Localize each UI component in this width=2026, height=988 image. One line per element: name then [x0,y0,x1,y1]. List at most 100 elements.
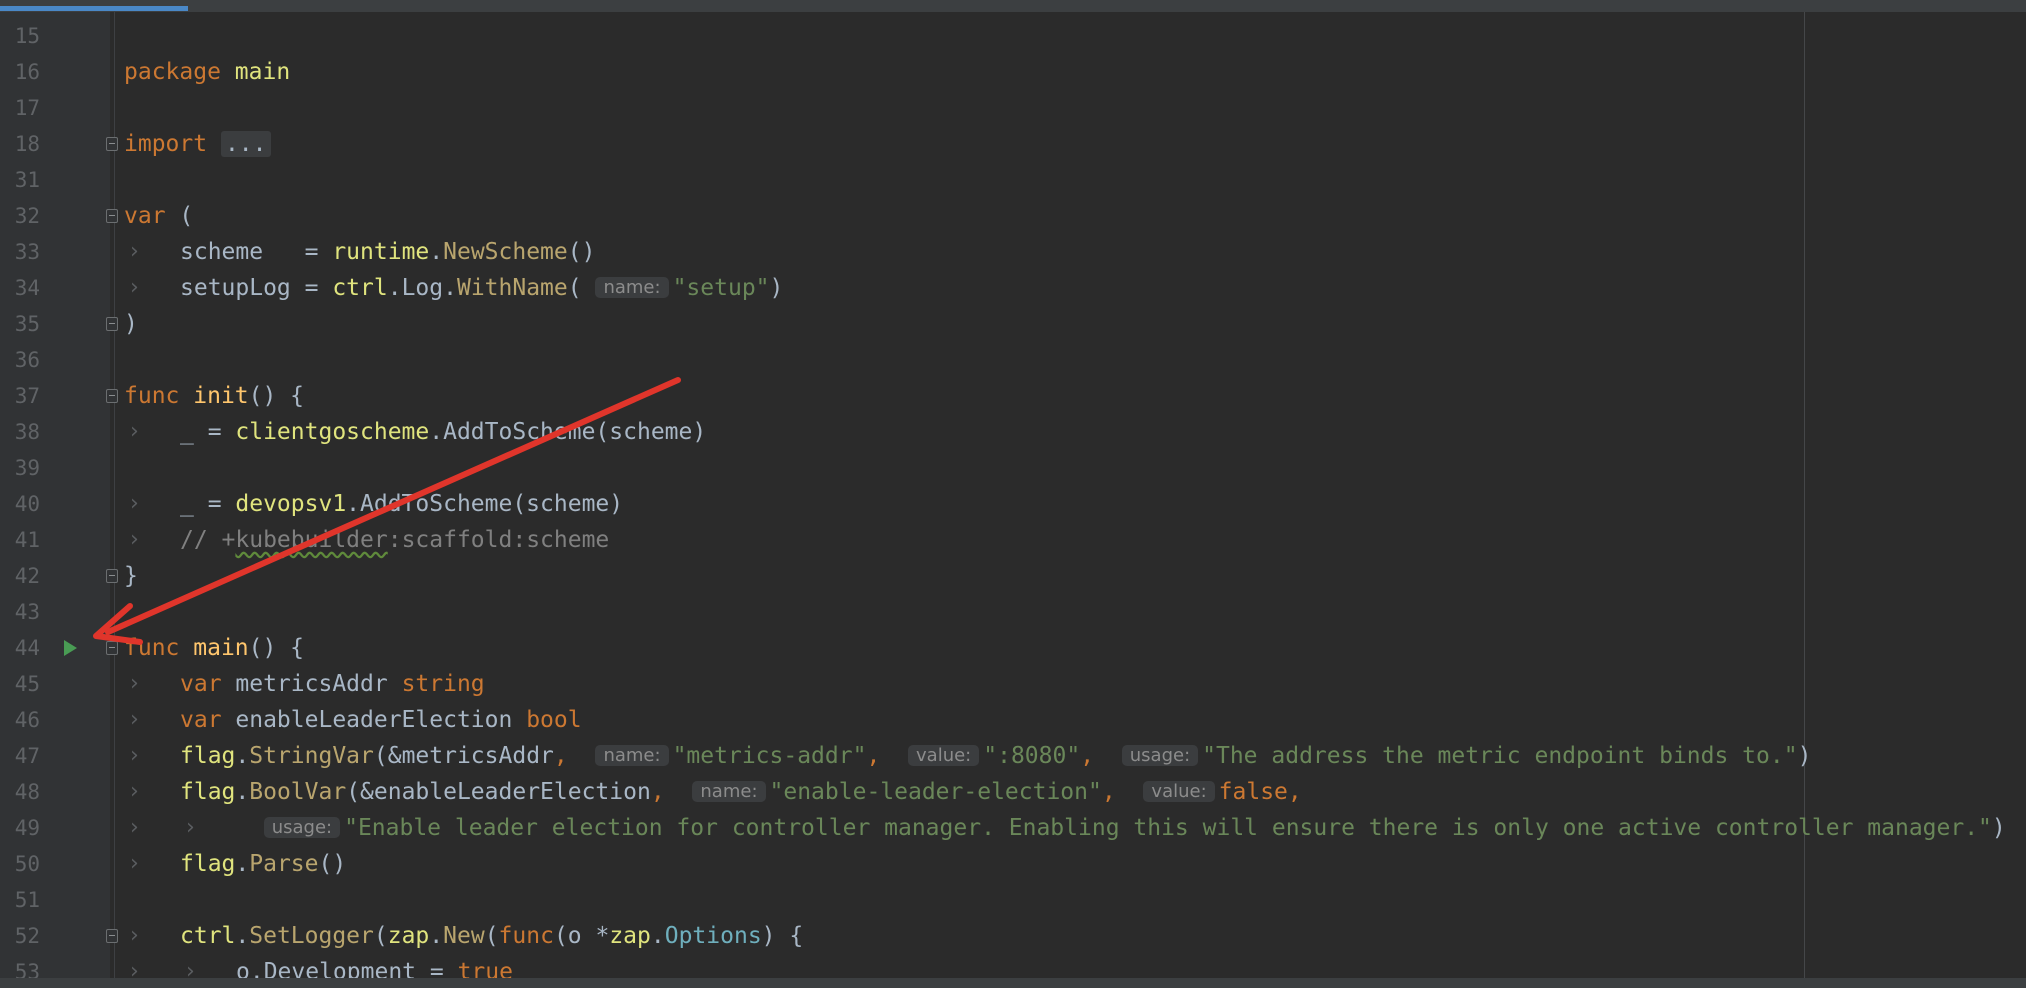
code-text[interactable]: var enableLeaderElection bool [180,702,582,738]
code-text[interactable]: package main [124,54,290,90]
code-line[interactable]: 34 › setupLog = ctrl.Log.WithName( name: "s… [0,270,2026,306]
line-number[interactable]: 47 [0,738,40,774]
code-line[interactable]: 33 › scheme = runtime.NewScheme() [0,234,2026,270]
parameter-hint: value: [908,745,980,766]
line-number[interactable]: 52 [0,918,40,954]
line-number[interactable]: 45 [0,666,40,702]
code-text[interactable]: ctrl.SetLogger(zap.New(func(o *zap.Optio… [180,918,803,954]
code-line[interactable]: 46 › var enableLeaderElection bool [0,702,2026,738]
fold-toggle-icon[interactable] [106,929,118,943]
code-text[interactable]: } [124,558,138,594]
line-number[interactable]: 50 [0,846,40,882]
code-line[interactable]: 44 func main() { [0,630,2026,666]
code-token: () { [248,635,305,661]
code-text[interactable]: _ = clientgoscheme.AddToScheme(scheme) [180,414,706,450]
code-line[interactable]: 43 [0,594,2026,630]
code-line[interactable]: 47 › flag.StringVar(&metricsAddr, name: "me… [0,738,2026,774]
line-number[interactable]: 42 [0,558,40,594]
code-text[interactable]: setupLog = ctrl.Log.WithName( name: "setu… [180,270,783,306]
code-line[interactable]: 35) [0,306,2026,342]
run-icon[interactable] [64,640,77,656]
code-token: NewScheme [443,239,568,265]
code-line[interactable]: 31 [0,162,2026,198]
code-text[interactable]: _ = devopsv1.AddToScheme(scheme) [180,486,623,522]
code-text[interactable]: import ... [124,126,271,162]
code-text[interactable]: flag.StringVar(&metricsAddr, name: "metri… [180,738,1811,774]
code-line[interactable]: 49 › › usage: "Enable leader election for c… [0,810,2026,846]
code-line[interactable]: 15 [0,18,2026,54]
line-number[interactable]: 49 [0,810,40,846]
code-line[interactable]: 40 › _ = devopsv1.AddToScheme(scheme) [0,486,2026,522]
code-text[interactable]: // +kubebuilder:scaffold:scheme [180,522,609,558]
code-token: (&enableLeaderElection [346,779,651,805]
code-text[interactable]: func main() { [124,630,304,666]
line-number[interactable]: 34 [0,270,40,306]
line-number[interactable]: 33 [0,234,40,270]
line-number[interactable]: 39 [0,450,40,486]
line-number[interactable]: 16 [0,54,40,90]
code-text[interactable]: flag.Parse() [180,846,346,882]
code-line[interactable]: 17 [0,90,2026,126]
line-number[interactable]: 43 [0,594,40,630]
code-line[interactable]: 36 [0,342,2026,378]
code-text[interactable]: var ( [124,198,193,234]
code-token: .AddToScheme(scheme) [346,491,624,517]
code-line[interactable]: 41 › // +kubebuilder:scaffold:scheme [0,522,2026,558]
chevron-right-icon: › [130,491,139,516]
chevron-right-icon: › [130,815,139,840]
code-token: , [1080,743,1095,769]
line-number[interactable]: 41 [0,522,40,558]
parameter-hint: usage: [263,817,341,838]
code-token: devopsv1 [235,491,347,517]
code-text[interactable]: var metricsAddr string [180,666,485,702]
fold-toggle-icon[interactable] [106,569,118,583]
code-token: ctrl [180,923,236,949]
code-line[interactable]: 39 [0,450,2026,486]
code-text[interactable]: scheme = runtime.NewScheme() [180,234,595,270]
fold-toggle-icon[interactable] [106,137,118,151]
line-number[interactable]: 51 [0,882,40,918]
line-number[interactable]: 36 [0,342,40,378]
code-line[interactable]: 18 import ... [0,126,2026,162]
code-line[interactable]: 50 › flag.Parse() [0,846,2026,882]
line-number[interactable]: 15 [0,18,40,54]
code-text[interactable]: func init() { [124,378,304,414]
line-number[interactable]: 18 [0,126,40,162]
code-line[interactable]: 38 › _ = clientgoscheme.AddToScheme(scheme… [0,414,2026,450]
code-text[interactable]: usage: "Enable leader election for contro… [236,810,2006,846]
code-line[interactable]: 52 › ctrl.SetLogger(zap.New(func(o *zap.Op… [0,918,2026,954]
code-token: bool [526,707,582,733]
line-number[interactable]: 44 [0,630,40,666]
code-token: import [124,131,208,157]
code-line[interactable]: 48 › flag.BoolVar(&enableLeaderElection, n… [0,774,2026,810]
code-line[interactable]: 16 package main [0,54,2026,90]
code-line[interactable]: 42} [0,558,2026,594]
code-line[interactable]: 45 › var metricsAddr string [0,666,2026,702]
line-number[interactable]: 38 [0,414,40,450]
line-number[interactable]: 35 [0,306,40,342]
code-text[interactable]: ) [124,306,138,342]
fold-toggle-icon[interactable] [106,389,118,403]
line-number[interactable]: 46 [0,702,40,738]
fold-toggle-icon[interactable] [106,641,118,655]
active-tab-indicator[interactable] [0,6,189,11]
code-text[interactable]: flag.BoolVar(&enableLeaderElection, name… [180,774,1302,810]
code-token: // + [180,527,236,553]
line-number[interactable]: 31 [0,162,40,198]
code-token: () { [248,383,305,409]
line-number[interactable]: 48 [0,774,40,810]
fold-toggle-icon[interactable] [106,317,118,331]
code-token: ( [484,923,499,949]
code-token: scheme = [180,239,333,265]
folded-region[interactable]: ... [220,131,271,157]
fold-toggle-icon[interactable] [106,209,118,223]
code-line[interactable]: 51 [0,882,2026,918]
code-line[interactable]: 32 var ( [0,198,2026,234]
line-number[interactable]: 40 [0,486,40,522]
horizontal-scrollbar[interactable] [0,978,2026,988]
code-line[interactable]: 37 func init() { [0,378,2026,414]
line-number[interactable]: 17 [0,90,40,126]
line-number[interactable]: 37 [0,378,40,414]
line-number[interactable]: 32 [0,198,40,234]
